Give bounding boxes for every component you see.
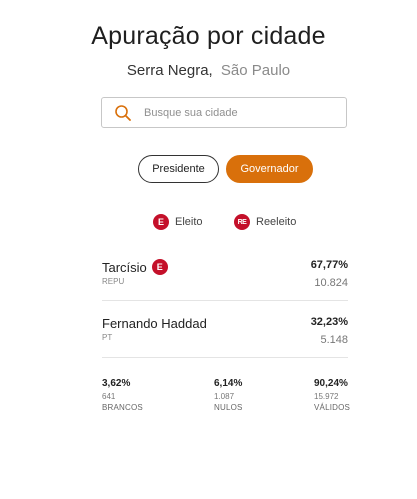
tab-governador[interactable]: Governador	[226, 155, 313, 183]
stat-label: NULOS	[214, 403, 243, 412]
candidate-row: Fernando Haddad PT 32,23% 5.148	[102, 316, 348, 346]
candidate-row: Tarcísio E REPU 67,77% 10.824	[102, 259, 348, 289]
office-tabs: Presidente Governador	[0, 155, 417, 183]
legend: E Eleito RE Reeleito	[0, 214, 417, 232]
legend-item-reeleito: RE Reeleito	[234, 214, 296, 230]
stat-count: 641	[102, 392, 116, 401]
reelected-badge-icon: RE	[234, 214, 250, 230]
candidate-name: Tarcísio	[102, 259, 147, 275]
stat-count: 15.972	[314, 392, 339, 401]
legend-label: Eleito	[175, 216, 203, 228]
legend-label: Reeleito	[256, 216, 297, 228]
state-name: São Paulo	[220, 62, 291, 79]
candidate-votes: 5.148	[320, 334, 348, 346]
location: Serra Negra, São Paulo	[0, 62, 417, 79]
search-icon	[115, 104, 131, 121]
stat-label: VÁLIDOS	[314, 403, 351, 412]
stat-percent: 6,14%	[214, 378, 243, 389]
candidate-party: REPU	[102, 277, 125, 286]
stat-nulos: 6,14% 1.087 NULOS	[214, 378, 243, 412]
city-name: Serra Negra,	[126, 62, 213, 79]
search-input[interactable]	[142, 105, 336, 120]
stat-validos: 90,24% 15.972 VÁLIDOS	[314, 378, 350, 412]
divider	[102, 300, 348, 301]
stat-brancos: 3,62% 641 BRANCOS	[102, 378, 143, 412]
legend-item-eleito: E Eleito	[153, 214, 203, 230]
candidate-percent: 67,77%	[310, 259, 348, 271]
page-title: Apuração por cidade	[91, 22, 326, 50]
candidate-party: PT	[102, 333, 113, 342]
candidate-name: Fernando Haddad	[102, 316, 207, 331]
candidate-votes: 10.824	[314, 277, 348, 289]
elected-badge-icon: E	[151, 259, 168, 275]
tab-presidente[interactable]: Presidente	[138, 155, 219, 183]
stat-percent: 90,24%	[314, 378, 348, 389]
stat-label: BRANCOS	[102, 403, 143, 412]
elected-badge-icon: E	[153, 214, 169, 230]
divider	[102, 357, 348, 358]
stat-percent: 3,62%	[102, 378, 131, 389]
stat-count: 1.087	[214, 392, 235, 401]
search-box[interactable]	[101, 97, 347, 128]
candidate-percent: 32,23%	[310, 316, 348, 328]
